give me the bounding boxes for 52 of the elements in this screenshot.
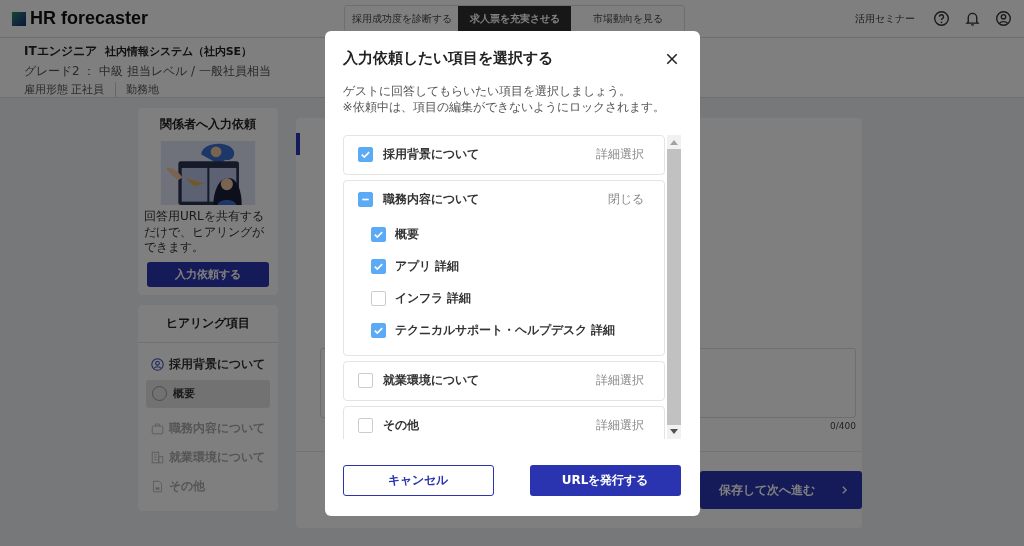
job-detail: 勤務地 (114, 82, 169, 97)
item-label: 就業環境について (382, 372, 479, 389)
hearing-item[interactable]: 概要 (146, 379, 270, 408)
item-label: テクニカルサポート・ヘルプデスク 詳細 (394, 323, 615, 338)
checkbox[interactable] (370, 227, 386, 242)
help-icon[interactable] (933, 10, 950, 27)
job-category: 社内情報システム（社内SE） (104, 44, 253, 59)
seminar-link[interactable]: 活用セミナー (855, 11, 915, 26)
checkbox[interactable] (370, 291, 386, 306)
cancel-button[interactable]: キャンセル (342, 464, 494, 496)
job-detail: 雇用形態 正社員 (24, 82, 106, 97)
app-logo[interactable]: HR forecaster (30, 8, 149, 29)
item-label: 職務内容について (382, 191, 479, 208)
checkbox[interactable] (357, 147, 373, 162)
save-next-button[interactable]: 保存して次へ進む (700, 471, 862, 509)
item-label: アプリ 詳細 (394, 259, 459, 274)
issue-url-button[interactable]: URLを発行する (529, 464, 681, 496)
chevron-icon (840, 485, 848, 495)
detail-link[interactable]: 詳細選択 (595, 418, 644, 433)
item-label: 概要 (394, 227, 419, 242)
hearing-section[interactable]: 採用背景について (146, 350, 270, 379)
bell-icon[interactable] (964, 10, 981, 27)
dialog-description: ゲストに回答してもらいたい項目を選択しましょう。 (342, 82, 632, 99)
document-icon (151, 480, 164, 494)
item-label: インフラ 詳細 (394, 291, 471, 306)
checkbox[interactable] (357, 192, 373, 207)
item-label: 採用背景について (382, 146, 479, 163)
detail-link[interactable]: 詳細選択 (595, 373, 644, 388)
nav-tab[interactable]: 求人票を充実させる (458, 6, 571, 31)
detail-link[interactable]: 閉じる (607, 192, 644, 207)
checkbox[interactable] (370, 323, 386, 338)
dialog-description: ※依頼中は、項目の編集ができないようにロックされます。 (342, 98, 666, 115)
request-button[interactable]: 入力依頼する (147, 261, 269, 287)
user-icon[interactable] (995, 10, 1012, 27)
logo-icon (12, 11, 26, 26)
card-title: 関係者へ入力依頼 (159, 116, 257, 133)
close-icon[interactable] (665, 52, 678, 65)
user-icon (151, 358, 164, 372)
card-title: ヒアリング項目 (138, 304, 278, 343)
scrollbar[interactable] (666, 134, 681, 439)
character-counter: 0/400 (830, 421, 856, 431)
building-icon (151, 451, 164, 465)
job-detail: グレード2 ： 中級 担当レベル / 一般社員相当 (24, 63, 272, 80)
dialog-title: 入力依頼したい項目を選択する (342, 49, 553, 68)
card-description: 回答用URLを共有するだけで、ヒアリングができます。 (144, 209, 265, 256)
checkbox[interactable] (357, 418, 373, 433)
checkbox[interactable] (357, 373, 373, 388)
checkbox[interactable] (370, 259, 386, 274)
job-title: ITエンジニア (24, 43, 97, 60)
detail-link[interactable]: 詳細選択 (595, 147, 644, 162)
item-label: その他 (382, 417, 419, 434)
bag-icon (151, 422, 164, 436)
